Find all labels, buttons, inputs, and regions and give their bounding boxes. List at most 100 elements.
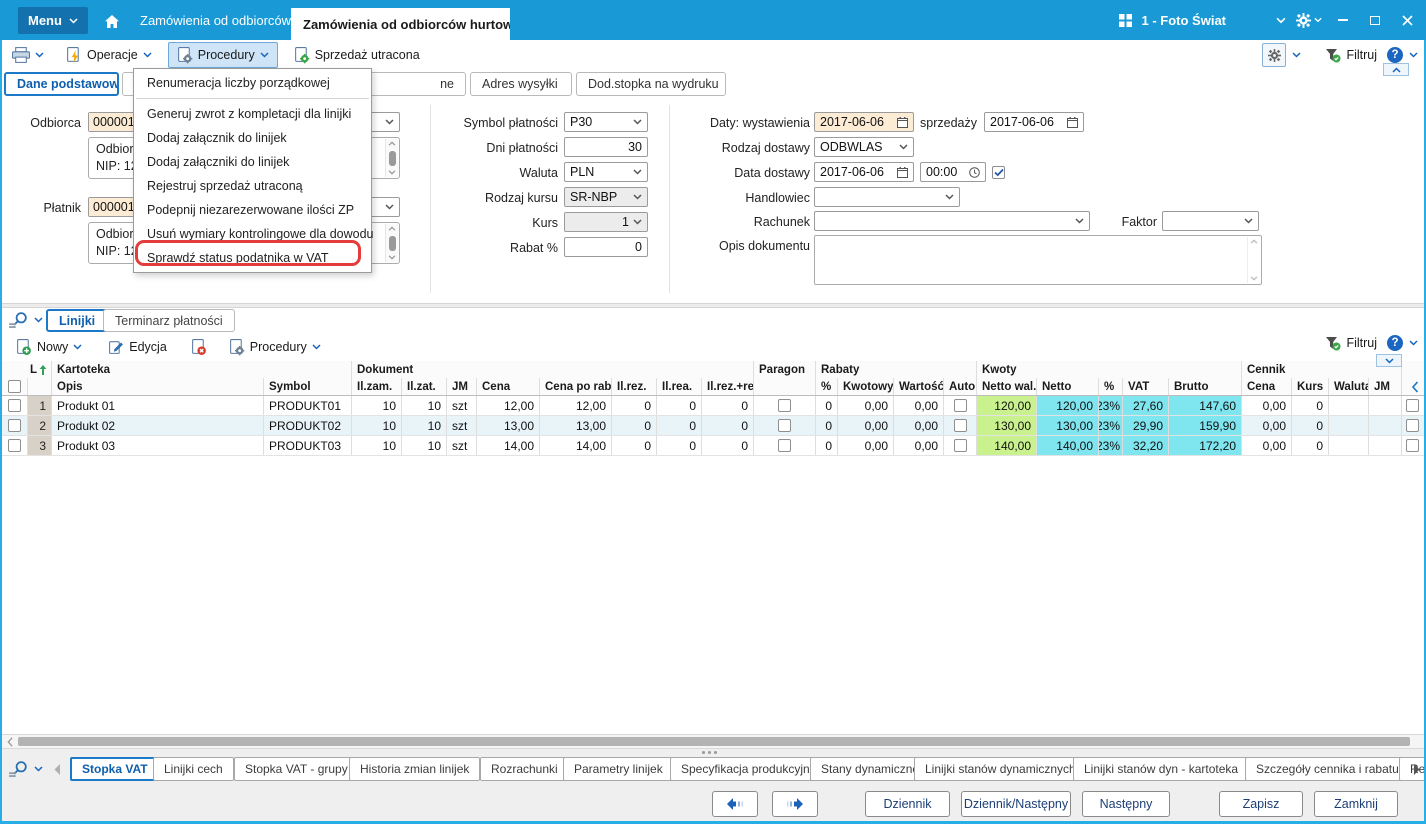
tab-terminarz-platnosci[interactable]: Terminarz płatności <box>103 309 235 332</box>
column-header-opis[interactable]: Opis <box>52 378 264 395</box>
data-sprzedazy-input[interactable]: 2017-06-06 <box>984 112 1084 132</box>
home-button[interactable] <box>98 9 126 33</box>
symbol-platnosci-select[interactable]: P30 <box>564 112 648 132</box>
settings-gear-button[interactable] <box>1296 12 1322 28</box>
tabs-scroll-right-icon[interactable] <box>1413 764 1420 775</box>
group-header-kwoty[interactable]: Kwoty <box>977 361 1242 378</box>
dni-platnosci-input[interactable]: 30 <box>564 137 648 157</box>
group-header-rabaty[interactable]: Rabaty <box>816 361 977 378</box>
usun-button[interactable] <box>187 338 211 356</box>
collapse-columns-icon[interactable] <box>1411 380 1419 393</box>
menu-item-rejestruj-sprzedaz[interactable]: Rejestruj sprzedaż utraconą <box>134 174 371 198</box>
rachunek-select[interactable] <box>814 211 1090 231</box>
column-header-auto[interactable]: Auto <box>944 378 977 395</box>
splitter-grip[interactable] <box>702 751 720 754</box>
group-header-kartoteka[interactable]: Kartoteka <box>52 361 352 378</box>
column-header-wartosc[interactable]: Wartość <box>894 378 944 395</box>
operacje-button[interactable]: Operacje <box>62 46 156 64</box>
column-header-cena[interactable]: Cena <box>477 378 540 395</box>
auto-checkbox[interactable] <box>953 399 967 412</box>
column-header-waluta[interactable]: Waluta <box>1329 378 1369 395</box>
bottom-tab-parametry-linijek[interactable]: Parametry linijek <box>563 757 674 781</box>
bottom-tab-historia-zmian[interactable]: Historia zmian linijek <box>349 757 481 781</box>
bottom-tab-szczegoly-cennika[interactable]: Szczegóły cennika i rabatu <box>1245 757 1410 781</box>
data-dostawy-input[interactable]: 2017-06-06 <box>814 162 914 182</box>
row-checkbox[interactable] <box>8 439 21 452</box>
scroll-left-icon[interactable] <box>6 736 14 747</box>
print-button[interactable] <box>8 47 48 63</box>
paragon-checkbox[interactable] <box>778 399 791 412</box>
menu-button[interactable]: Menu <box>18 7 88 34</box>
zamknij-button[interactable]: Zamknij <box>1314 791 1398 817</box>
filtruj-button[interactable]: Filtruj <box>1321 48 1381 63</box>
column-header-cena-po-rab[interactable]: Cena po rab. <box>540 378 612 395</box>
paragon-checkbox[interactable] <box>778 419 791 432</box>
collapse-lines-button[interactable] <box>1376 354 1402 367</box>
window-tab-zamowienia-od-odbiorcow[interactable]: Zamówienia od odbiorców <box>128 0 303 40</box>
sprzedaz-utracona-button[interactable]: Sprzedaż utracona <box>290 46 424 64</box>
column-header-brutto[interactable]: Brutto <box>1169 378 1242 395</box>
bottom-tab-specyfikacja[interactable]: Specyfikacja produkcyjna <box>670 757 828 781</box>
bottom-tab-stany-dynamiczne[interactable]: Stany dynamiczne <box>810 757 931 781</box>
chevron-down-icon[interactable] <box>1409 340 1418 346</box>
menu-item-podepnij-ilosci[interactable]: Podepnij niezarezerwowane ilości ZP <box>134 198 371 222</box>
table-row[interactable]: 3 Produkt 03 PRODUKT03 10 10 szt 14,00 1… <box>2 436 1426 456</box>
rodzaj-dostawy-select[interactable]: ODBWLAS <box>814 137 914 157</box>
zapisz-button[interactable]: Zapisz <box>1219 791 1303 817</box>
bottom-tab-stopka-vat-grupy[interactable]: Stopka VAT - grupy <box>234 757 359 781</box>
company-selector-label[interactable]: 1 - Foto Świat <box>1142 13 1227 28</box>
help-icon[interactable]: ? <box>1387 47 1403 63</box>
bottom-tab-rezerwacje[interactable]: Rezerw <box>1399 757 1424 781</box>
procedury-button-open[interactable]: Procedury <box>167 42 278 68</box>
menu-item-renumeracja[interactable]: Renumeracja liczby porządkowej <box>134 71 371 95</box>
dziennik-nastepny-button[interactable]: Dziennik/Następny <box>961 791 1071 817</box>
column-header-il-zat[interactable]: Il.zat. <box>402 378 447 395</box>
row-checkbox-partial[interactable] <box>1406 419 1419 432</box>
column-header-netto[interactable]: Netto <box>1037 378 1099 395</box>
opis-dokumentu-textarea[interactable] <box>814 235 1262 285</box>
grid-view-button[interactable] <box>8 760 43 778</box>
scroll-thumb[interactable] <box>388 150 396 166</box>
auto-checkbox[interactable] <box>953 439 967 452</box>
nowy-button[interactable]: Nowy <box>12 338 86 356</box>
bottom-tab-linijki-stanow-kartoteka[interactable]: Linijki stanów dyn - kartoteka <box>1073 757 1250 781</box>
scrollbar[interactable] <box>1247 237 1260 283</box>
view-settings-button[interactable] <box>1262 43 1287 67</box>
row-checkbox-partial[interactable] <box>1406 399 1419 412</box>
tab-adres-wysylki[interactable]: Adres wysyłki <box>470 72 572 96</box>
column-header-il-rea[interactable]: Il.rea. <box>657 378 702 395</box>
waluta-select[interactable]: PLN <box>564 162 648 182</box>
kurs-select[interactable]: 1 <box>564 212 648 232</box>
column-header-symbol[interactable]: Symbol <box>264 378 352 395</box>
chevron-down-icon[interactable] <box>1409 52 1418 58</box>
tab-dod-stopka[interactable]: Dod.stopka na wydruku <box>576 72 726 96</box>
close-button[interactable] <box>1396 9 1418 31</box>
previous-record-button[interactable] <box>712 791 758 817</box>
rabat-input[interactable]: 0 <box>564 237 648 257</box>
select-all-checkbox[interactable] <box>8 380 21 393</box>
menu-item-dodaj-zalaczniki[interactable]: Dodaj załączniki do linijek <box>134 150 371 174</box>
column-header-cennik-cena[interactable]: Cena <box>1242 378 1292 395</box>
menu-item-dodaj-zalacznik[interactable]: Dodaj załącznik do linijek <box>134 126 371 150</box>
column-header-vat-procent[interactable]: % <box>1099 378 1123 395</box>
handlowiec-select[interactable] <box>814 187 960 207</box>
czas-dostawy-input[interactable]: 00:00 <box>920 162 986 182</box>
column-header-vat[interactable]: VAT <box>1123 378 1169 395</box>
column-header-netto-wal[interactable]: Netto wal. <box>977 378 1037 395</box>
lines-procedury-button[interactable]: Procedury <box>225 338 325 356</box>
bottom-tab-linijki-stanow-dyn[interactable]: Linijki stanów dynamicznych <box>914 757 1087 781</box>
rodzaj-kursu-select[interactable]: SR-NBP <box>564 187 648 207</box>
scroll-thumb[interactable] <box>388 235 396 251</box>
group-header-dokument[interactable]: Dokument <box>352 361 754 378</box>
group-header-paragon[interactable]: Paragon <box>754 361 816 378</box>
scrollbar[interactable] <box>385 224 398 262</box>
row-checkbox[interactable] <box>8 399 21 412</box>
next-record-button[interactable] <box>772 791 818 817</box>
scroll-thumb[interactable] <box>18 737 1410 746</box>
column-header-il-rez-rea[interactable]: Il.rez.+rea. <box>702 378 754 395</box>
window-tab-zamowienia-hurtowe-active[interactable]: Zamówienia od odbiorców hurtowy <box>291 8 510 40</box>
menu-item-usun-wymiary[interactable]: Usuń wymiary kontrolingowe dla dowodu <box>134 222 374 246</box>
bottom-tab-stopka-vat[interactable]: Stopka VAT <box>70 757 160 781</box>
auto-checkbox[interactable] <box>953 419 967 432</box>
collapse-panel-button[interactable] <box>1383 63 1409 76</box>
